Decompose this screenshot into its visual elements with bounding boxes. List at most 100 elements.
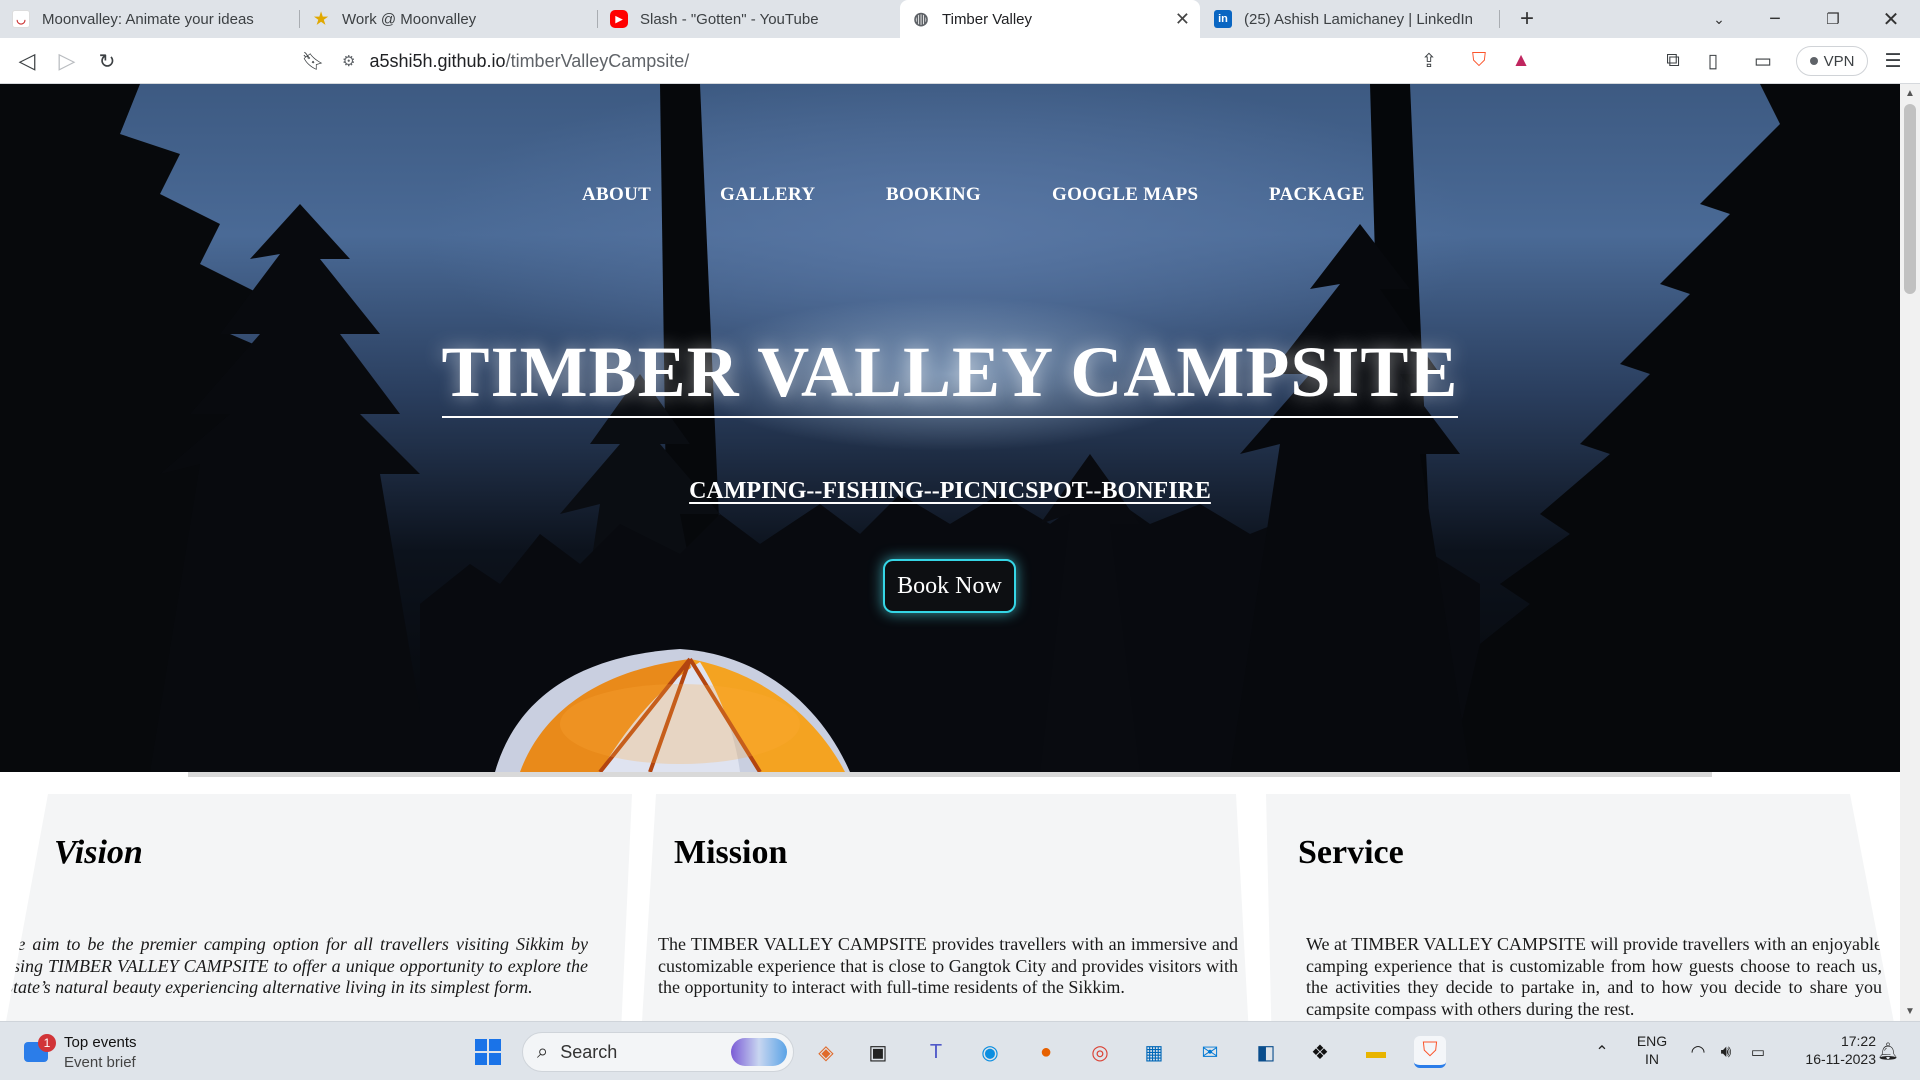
vision-heading: Vision	[54, 834, 143, 871]
windows-icon	[475, 1039, 501, 1065]
restore-button[interactable]: ❐	[1810, 0, 1856, 38]
copilot-icon[interactable]: ◈	[810, 1036, 842, 1068]
start-button[interactable]	[472, 1036, 504, 1068]
hero-title-wrap: TIMBER VALLEY CAMPSITE	[0, 328, 1900, 418]
mail-icon[interactable]: ✉	[1194, 1036, 1226, 1068]
site-title: TIMBER VALLEY CAMPSITE	[441, 328, 1459, 418]
minimize-button[interactable]: −	[1752, 0, 1798, 38]
widgets-button[interactable]: 1 Top events Event brief	[22, 1030, 152, 1074]
tab-title: Timber Valley	[942, 10, 1033, 28]
scrollbar-thumb[interactable]	[1904, 104, 1916, 294]
firefox-icon[interactable]: ●	[1030, 1036, 1062, 1068]
brave-rewards-icon[interactable]: ▲	[1506, 46, 1536, 76]
nav-package[interactable]: PACKAGE	[1269, 184, 1365, 206]
brave-taskbar-icon[interactable]: ⛉	[1414, 1036, 1446, 1068]
brave-shields-icon[interactable]: ⛉	[1464, 46, 1494, 76]
hero-subtitle-wrap: CAMPING--FISHING--PICNICSPOT--BONFIRE	[0, 478, 1900, 505]
extensions-icon[interactable]: ⧉	[1658, 46, 1688, 76]
scroll-down-icon[interactable]: ▼	[1905, 1006, 1915, 1017]
dropbox-icon[interactable]: ❖	[1304, 1036, 1336, 1068]
mission-text: The TIMBER VALLEY CAMPSITE provides trav…	[658, 934, 1238, 997]
nav-gallery[interactable]: GALLERY	[720, 184, 815, 206]
tab-search-chevron-icon[interactable]: ⌄	[1696, 0, 1742, 38]
file-explorer-icon[interactable]: ▬	[1360, 1036, 1392, 1068]
search-highlight-icon	[731, 1038, 787, 1066]
tab-title: Slash - "Gotten" - YouTube	[640, 10, 819, 28]
teams-icon[interactable]: T	[920, 1036, 952, 1068]
language-indicator[interactable]: ENG IN	[1634, 1032, 1670, 1068]
chrome-icon[interactable]: ◎	[1084, 1036, 1116, 1068]
reload-button[interactable]: ↻	[92, 46, 122, 76]
site-info-icon[interactable]: ⚙	[342, 52, 355, 70]
clock[interactable]: 17:22 16-11-2023	[1780, 1032, 1876, 1068]
widget-title: Top events	[64, 1034, 137, 1051]
battery-icon[interactable]: ▭	[1742, 1036, 1774, 1068]
nav-booking[interactable]: BOOKING	[886, 184, 981, 206]
star-icon: ★	[313, 11, 329, 28]
tab-timber-valley[interactable]: ◍ Timber Valley ✕	[900, 0, 1200, 38]
taskbar: 1 Top events Event brief ⌕ Search ◈ ▣ T …	[0, 1021, 1920, 1080]
vision-card: Vision We aim to be the premier camping …	[0, 794, 632, 1021]
sidebar-icon[interactable]: ▯	[1698, 46, 1728, 76]
back-button[interactable]: ◁	[12, 46, 42, 76]
widget-subtitle: Event brief	[64, 1054, 136, 1071]
language-code: ENG	[1636, 1033, 1668, 1049]
tab-title: Work @ Moonvalley	[342, 10, 477, 28]
service-card: Service We at TIMBER VALLEY CAMPSITE wil…	[1266, 794, 1900, 1021]
browser-toolbar: ◁ ▷ ↻ 🔖︎ ⚙ a5shi5h.github.io/timberValle…	[0, 38, 1920, 84]
new-tab-button[interactable]: +	[1504, 0, 1550, 38]
tab-title: Moonvalley: Animate your ideas	[42, 10, 254, 28]
code-app-icon[interactable]: ◧	[1250, 1036, 1282, 1068]
tray-chevron-icon[interactable]: ⌃	[1586, 1036, 1618, 1068]
close-tab-icon[interactable]: ✕	[1175, 9, 1190, 30]
mission-card: Mission The TIMBER VALLEY CAMPSITE provi…	[640, 794, 1250, 1021]
vpn-status-icon	[1809, 57, 1818, 65]
vpn-button[interactable]: VPN	[1796, 46, 1868, 76]
store-icon[interactable]: ▦	[1138, 1036, 1170, 1068]
url-path: /timberValleyCampsite/	[505, 50, 690, 71]
service-text: We at TIMBER VALLEY CAMPSITE will provid…	[1306, 934, 1882, 1019]
vpn-label: VPN	[1823, 52, 1855, 70]
browser-tab-strip: ◡ Moonvalley: Animate your ideas ★ Work …	[0, 0, 1920, 38]
mission-heading: Mission	[674, 834, 788, 871]
info-cards: Vision We aim to be the premier camping …	[0, 794, 1900, 1021]
task-view-icon[interactable]: ▣	[862, 1036, 894, 1068]
youtube-icon: ▶	[610, 10, 628, 28]
tab-linkedin[interactable]: in (25) Ashish Lamichaney | LinkedIn	[1202, 0, 1500, 38]
nav-about[interactable]: ABOUT	[582, 184, 651, 206]
address-bar[interactable]: ⚙ a5shi5h.github.io/timberValleyCampsite…	[342, 43, 1542, 79]
search-icon: ⌕	[537, 1040, 549, 1063]
taskbar-search[interactable]: ⌕ Search	[522, 1032, 794, 1072]
page-scrollbar[interactable]: ▲ ▼	[1900, 84, 1920, 1021]
tab-title: (25) Ashish Lamichaney | LinkedIn	[1244, 10, 1474, 28]
wallet-icon[interactable]: ▭	[1748, 46, 1778, 76]
bookmark-icon[interactable]: 🔖︎	[298, 46, 328, 76]
book-now-button[interactable]: Book Now	[883, 559, 1016, 613]
volume-icon[interactable]: 🔊︎	[1710, 1036, 1742, 1068]
hero-section: ABOUT GALLERY BOOKING GOOGLE MAPS PACKAG…	[0, 84, 1900, 772]
clock-date: 16-11-2023	[1805, 1051, 1876, 1067]
search-placeholder: Search	[560, 1041, 618, 1062]
notification-bell-icon[interactable]: 🔔︎	[1872, 1036, 1904, 1068]
forward-button[interactable]: ▷	[52, 46, 82, 76]
globe-icon: ◍	[913, 9, 929, 28]
nav-google-maps[interactable]: GOOGLE MAPS	[1052, 184, 1198, 206]
vision-text: We aim to be the premier camping option …	[4, 934, 588, 997]
page-viewport: ABOUT GALLERY BOOKING GOOGLE MAPS PACKAG…	[0, 84, 1900, 1021]
linkedin-icon: in	[1214, 10, 1232, 28]
scroll-up-icon[interactable]: ▲	[1905, 88, 1915, 99]
url-host: a5shi5h.github.io	[369, 50, 506, 71]
region-code: IN	[1645, 1051, 1659, 1067]
menu-icon[interactable]: ☰	[1878, 46, 1908, 76]
tab-work-moonvalley[interactable]: ★ Work @ Moonvalley	[300, 0, 598, 38]
hero-subtitle: CAMPING--FISHING--PICNICSPOT--BONFIRE	[689, 478, 1211, 504]
hero-nav: ABOUT GALLERY BOOKING GOOGLE MAPS PACKAG…	[0, 184, 1900, 224]
edge-icon[interactable]: ◉	[974, 1036, 1006, 1068]
section-divider	[188, 772, 1712, 777]
tab-moonvalley[interactable]: ◡ Moonvalley: Animate your ideas	[0, 0, 300, 38]
share-icon[interactable]: ⇪	[1414, 46, 1444, 76]
tab-separator	[1499, 10, 1500, 28]
service-heading: Service	[1298, 834, 1404, 871]
close-window-button[interactable]: ✕	[1868, 0, 1914, 38]
tab-youtube[interactable]: ▶ Slash - "Gotten" - YouTube	[598, 0, 898, 38]
